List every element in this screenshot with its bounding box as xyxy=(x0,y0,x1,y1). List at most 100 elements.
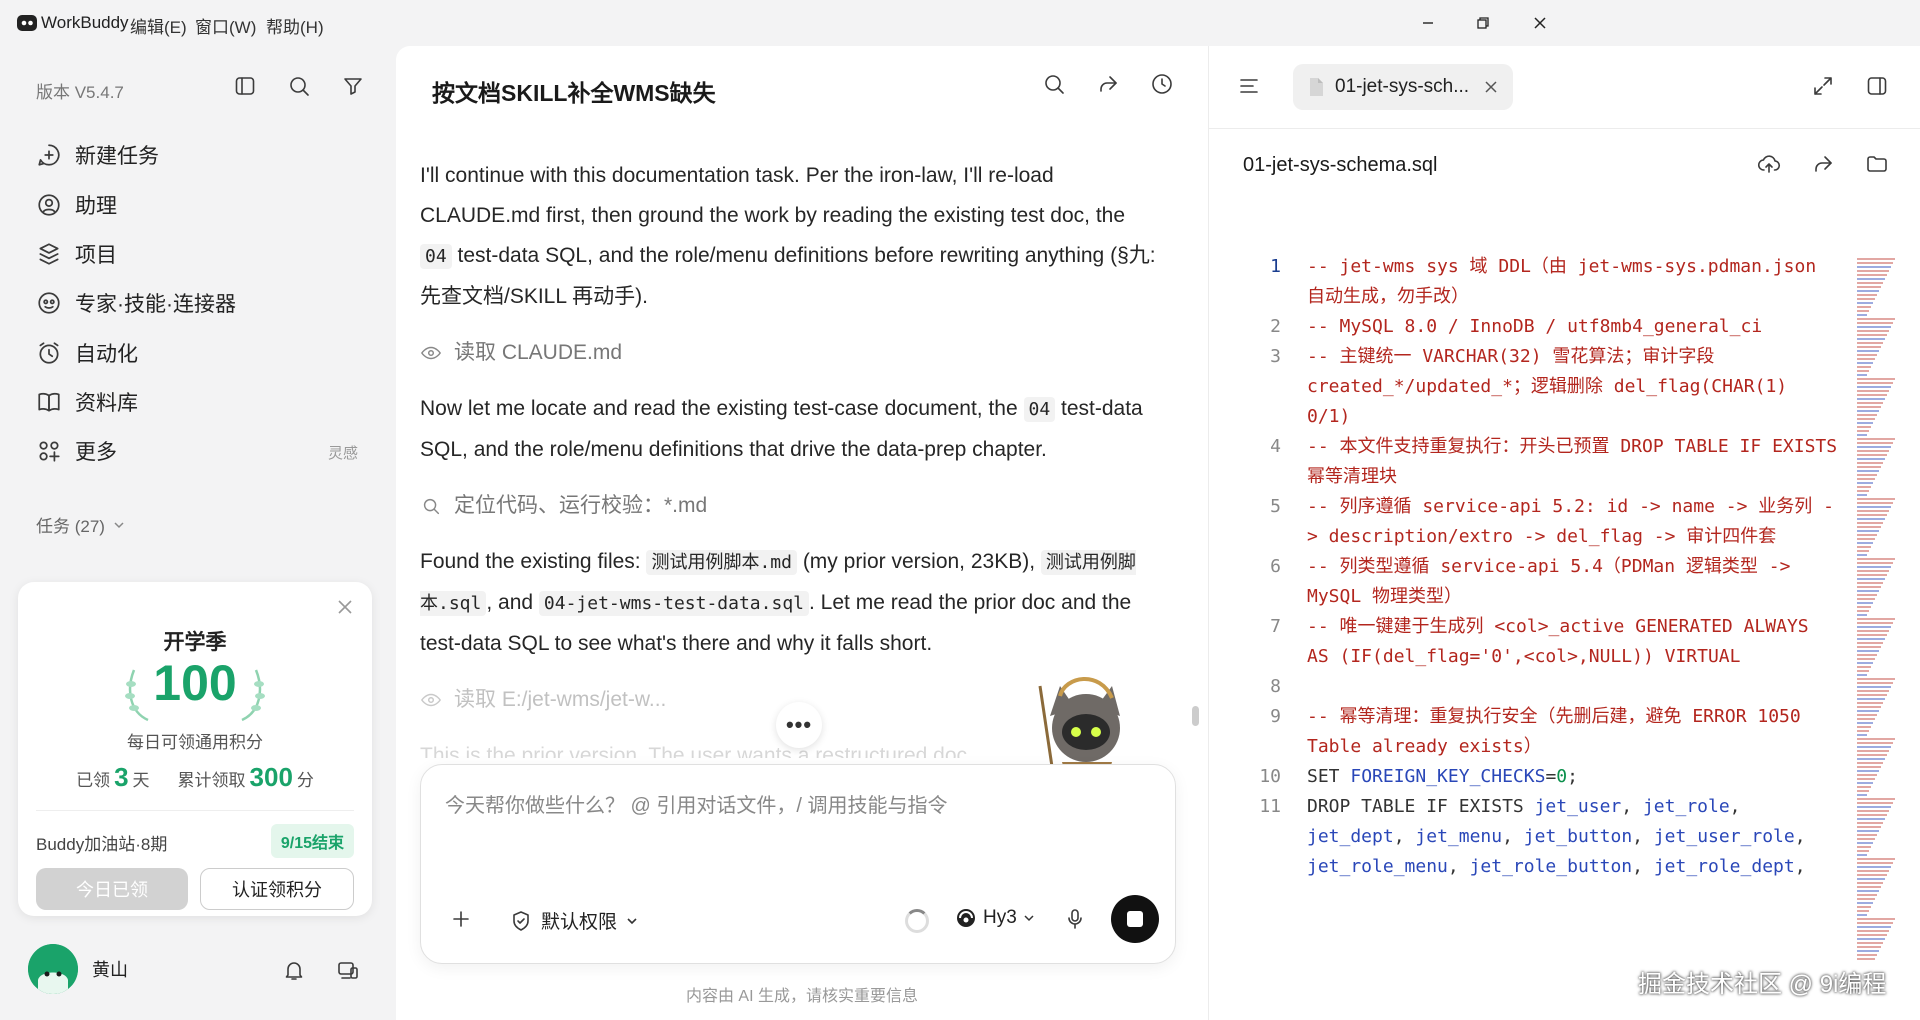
restore-icon[interactable] xyxy=(1470,10,1496,36)
minimap-line xyxy=(1857,886,1881,888)
minimap-line xyxy=(1857,626,1891,628)
filter-icon[interactable] xyxy=(341,74,365,98)
minimap-line xyxy=(1857,546,1871,548)
nav-assistant[interactable]: 助理 xyxy=(36,190,117,220)
menu-window[interactable]: 窗口(W) xyxy=(195,13,256,38)
line-number: 2 xyxy=(1270,316,1281,337)
minimap-line xyxy=(1857,334,1887,336)
code-token: jet_role_dept xyxy=(1653,856,1795,877)
code-token: = xyxy=(1545,766,1557,787)
minimap-line xyxy=(1857,786,1871,788)
plus-icon[interactable] xyxy=(449,907,473,931)
line-content: SET FOREIGN_KEY_CHECKS=0; xyxy=(1281,762,1841,792)
share-icon[interactable] xyxy=(1096,72,1120,96)
code-view[interactable]: 1 -- jet-wms sys 域 DDL（由 jet-wms-sys.pdma… xyxy=(1227,252,1847,964)
minimap-line xyxy=(1857,710,1879,712)
minimap-line xyxy=(1857,918,1895,920)
line-content: -- 幂等清理：重复执行安全（先删后建，避免 ERROR 1050 Table … xyxy=(1281,702,1841,762)
minimap-line xyxy=(1857,462,1883,464)
minimap-line xyxy=(1857,446,1891,448)
code-token: FOREIGN_KEY_CHECKS xyxy=(1350,766,1546,787)
message-input[interactable]: 今天帮你做些什么？ @ 引用对话文件，/ 调用技能与指令 xyxy=(445,789,948,818)
minimap-line xyxy=(1857,262,1893,264)
nav-automation[interactable]: 自动化 xyxy=(36,338,138,368)
line-content: -- 主键统一 VARCHAR(32) 雪花算法；审计字段 created_*/… xyxy=(1281,342,1841,432)
promo-score: 100 xyxy=(153,655,237,711)
microphone-icon[interactable] xyxy=(1063,907,1087,931)
file-icon xyxy=(1310,78,1323,96)
user-profile[interactable]: 黄山 xyxy=(28,944,128,994)
minimap-line xyxy=(1857,834,1877,836)
title-bar: WorkBuddy 编辑(E) 窗口(W) 帮助(H) xyxy=(0,0,1920,46)
avatar xyxy=(28,944,78,994)
code-line: 5 -- 列序遵循 service-api 5.2: id -> name -> … xyxy=(1227,492,1847,552)
history-icon[interactable] xyxy=(1150,72,1174,96)
code-token: , xyxy=(1794,826,1817,847)
promo-stats: 已领 3 天 累计领取 300 分 xyxy=(18,762,372,793)
minimap-line xyxy=(1857,722,1873,724)
minimap-line xyxy=(1857,870,1889,872)
composer: 今天帮你做些什么？ @ 引用对话文件，/ 调用技能与指令 默认权限 Hy3 xyxy=(420,764,1176,964)
menu-edit[interactable]: 编辑(E) xyxy=(130,13,187,38)
nav-label: 专家·技能·连接器 xyxy=(75,293,236,316)
tool-call-read[interactable]: 读取 CLAUDE.md xyxy=(420,333,1160,373)
upload-icon[interactable] xyxy=(1757,152,1781,176)
minimize-icon[interactable] xyxy=(1415,10,1441,36)
scrollbar-thumb[interactable] xyxy=(1192,706,1199,726)
minimap-line xyxy=(1857,410,1879,412)
expert-icon xyxy=(38,292,60,314)
minimap-line xyxy=(1857,578,1885,580)
verify-points-button[interactable]: 认证领积分 xyxy=(200,868,354,910)
shield-check-icon xyxy=(513,910,529,931)
folder-icon[interactable] xyxy=(1865,152,1889,176)
minimap-line xyxy=(1857,938,1885,940)
minimap-line xyxy=(1857,654,1877,656)
minimap-line xyxy=(1857,830,1879,832)
bell-icon[interactable] xyxy=(282,958,306,982)
devices-icon[interactable] xyxy=(336,958,360,982)
file-tab[interactable]: 01-jet-sys-sch... xyxy=(1293,64,1513,110)
more-options-button[interactable]: ••• xyxy=(776,702,822,748)
expand-icon[interactable] xyxy=(1811,74,1835,98)
minimap-line xyxy=(1857,258,1895,260)
code-token: ; xyxy=(1567,766,1578,787)
line-number: 10 xyxy=(1259,766,1281,787)
permission-selector[interactable]: 默认权限 xyxy=(509,907,639,934)
stop-generation-button[interactable] xyxy=(1111,895,1159,943)
inspiration-label[interactable]: 灵感 xyxy=(328,442,358,463)
code-token: -- 唯一键建于生成列 <col>_active GENERATED ALWAY… xyxy=(1307,616,1820,667)
code-minimap[interactable] xyxy=(1855,254,1901,964)
nav-new-task[interactable]: 新建任务 xyxy=(36,140,159,170)
claimed-today-button[interactable]: 今日已领 xyxy=(36,868,188,910)
model-selector[interactable]: Hy3 xyxy=(955,907,1035,929)
panel-toggle-icon[interactable] xyxy=(233,74,257,98)
nav-label: 资料库 xyxy=(75,392,138,415)
side-panel-icon[interactable] xyxy=(1865,74,1889,98)
close-icon[interactable] xyxy=(336,598,354,616)
nav-experts[interactable]: 专家·技能·连接器 xyxy=(36,288,236,318)
share-icon[interactable] xyxy=(1811,152,1835,176)
line-number: 5 xyxy=(1270,496,1281,517)
menu-lines-icon[interactable] xyxy=(1237,74,1261,98)
close-icon[interactable] xyxy=(1483,79,1499,95)
search-icon[interactable] xyxy=(287,74,311,98)
file-name: 01-jet-sys-schema.sql xyxy=(1243,154,1438,176)
code-token: jet_dept xyxy=(1307,826,1394,847)
minimap-line xyxy=(1857,862,1893,864)
version-label: 版本 V5.4.7 xyxy=(36,83,124,102)
nav-label: 自动化 xyxy=(75,343,138,366)
search-icon[interactable] xyxy=(1042,72,1066,96)
file-tab-label: 01-jet-sys-sch... xyxy=(1335,76,1470,97)
tasks-section-toggle[interactable]: 任务 (27) xyxy=(36,512,125,537)
minimap-line xyxy=(1857,726,1871,728)
minimap-line xyxy=(1857,934,1887,936)
close-window-icon[interactable] xyxy=(1527,10,1553,36)
menu-help[interactable]: 帮助(H) xyxy=(266,13,324,38)
tool-call-search[interactable]: 定位代码、运行校验：*.md xyxy=(420,486,1160,526)
nav-library[interactable]: 资料库 xyxy=(36,387,138,417)
nav-more[interactable]: 更多 xyxy=(36,436,117,466)
minimap-line xyxy=(1857,874,1887,876)
library-icon xyxy=(38,392,60,412)
nav-project[interactable]: 项目 xyxy=(36,239,117,269)
